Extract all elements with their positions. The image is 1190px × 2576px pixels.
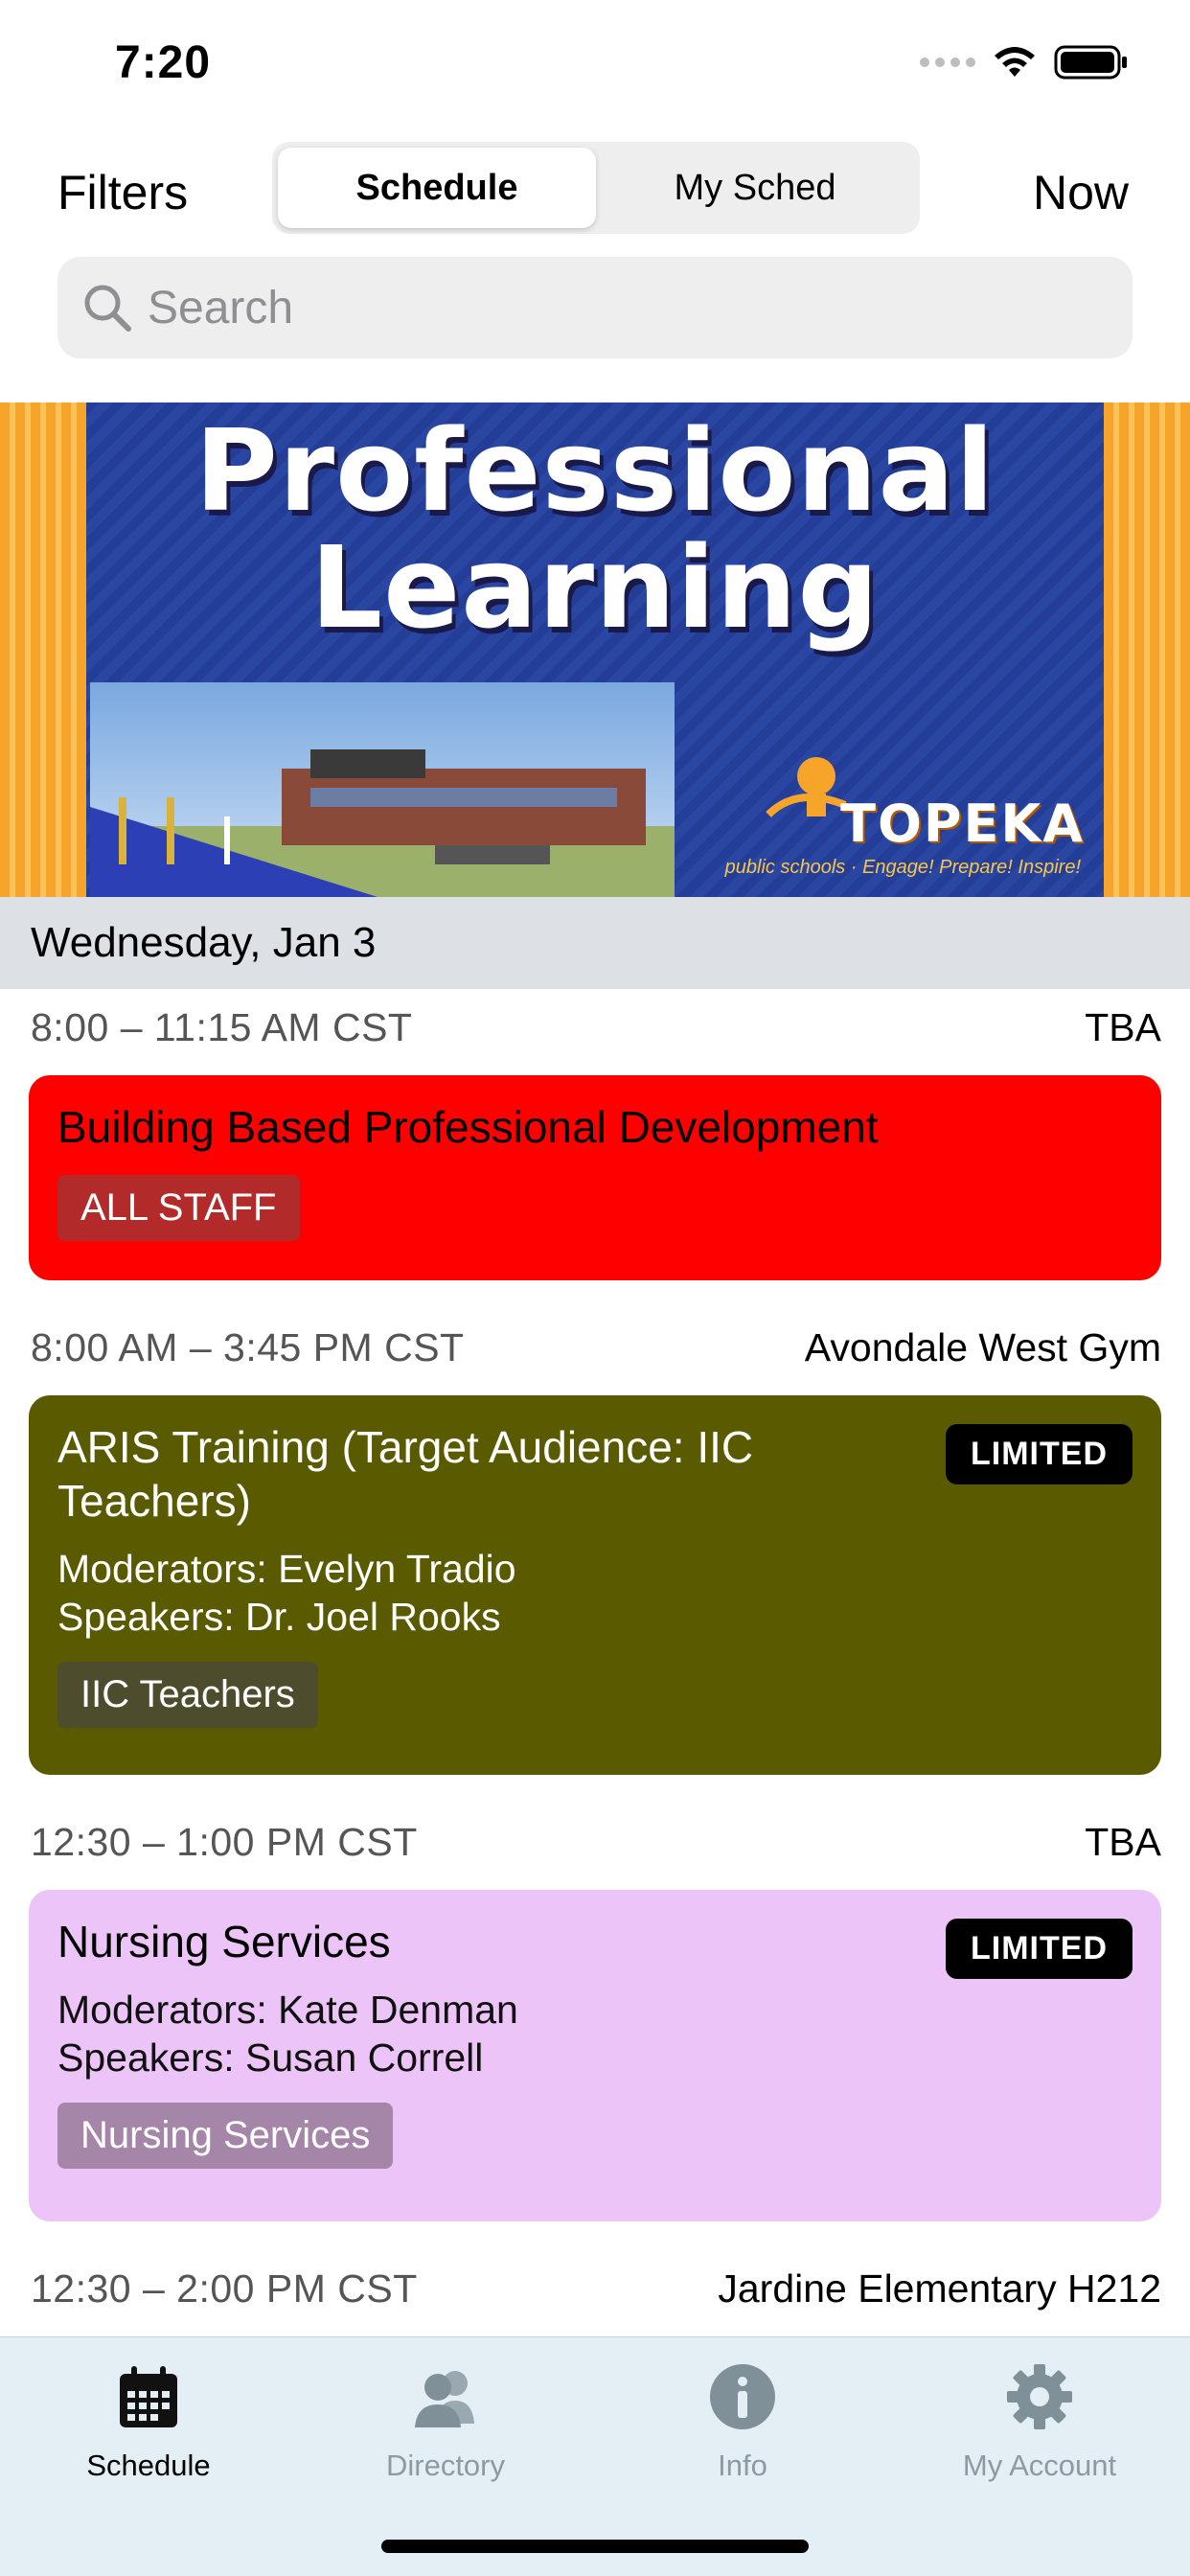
status-time: 7:20 <box>115 37 212 88</box>
session-moderators: Moderators: Kate Denman <box>57 1988 518 2032</box>
session-meta: 8:00 – 11:15 AM CST TBA <box>31 999 1161 1056</box>
logo-wordmark: TOPEKA <box>840 794 1085 854</box>
session-time: 12:30 – 1:00 PM CST <box>31 1819 418 1864</box>
event-banner: Professional Learning TOPEKA public scho… <box>0 402 1190 897</box>
session-time: 8:00 – 11:15 AM CST <box>31 1004 413 1049</box>
session-room: Avondale West Gym <box>804 1324 1161 1369</box>
search-icon <box>84 285 131 332</box>
status-icons <box>920 44 1129 80</box>
calendar-icon <box>120 2366 177 2427</box>
session-time: 8:00 AM – 3:45 PM CST <box>31 1324 465 1369</box>
segment-my-sched[interactable]: My Sched <box>596 148 914 228</box>
banner-title-line2: Learning <box>310 521 880 654</box>
session-card[interactable]: ARIS Training (Target Audience: IIC Teac… <box>29 1395 1161 1775</box>
session-title: Building Based Professional Development <box>57 1102 879 1152</box>
session-meta: 12:30 – 1:00 PM CST TBA <box>31 1813 1161 1871</box>
tab-label: Info <box>718 2449 767 2482</box>
now-button[interactable]: Now <box>1033 165 1129 220</box>
limited-badge: LIMITED <box>946 1424 1133 1484</box>
segment-schedule[interactable]: Schedule <box>278 148 596 228</box>
logo-tagline: public schools · Engage! Prepare! Inspir… <box>724 857 1081 878</box>
tab-directory[interactable]: Directory <box>297 2358 594 2483</box>
tab-my-account[interactable]: My Account <box>891 2358 1188 2483</box>
session-card[interactable]: Nursing Services Moderators: Kate Denman… <box>29 1890 1161 2221</box>
session-speakers: Speakers: Dr. Joel Rooks <box>57 1595 501 1639</box>
gear-icon <box>1007 2364 1072 2429</box>
search-input[interactable] <box>148 281 1010 334</box>
session-tag: IIC Teachers <box>57 1662 318 1728</box>
tab-label: My Account <box>962 2449 1117 2482</box>
session-people: Moderators: Kate Denman Speakers: Susan … <box>57 1986 1133 2082</box>
wifi-icon <box>995 47 1035 77</box>
filters-button[interactable]: Filters <box>57 165 188 220</box>
session-room: Jardine Elementary H212 <box>718 2266 1161 2311</box>
cellular-signal-icon <box>920 58 975 67</box>
session-meta: 8:00 AM – 3:45 PM CST Avondale West Gym <box>31 1319 1161 1376</box>
schedule-segmented-control: Schedule My Sched <box>272 142 920 234</box>
people-icon <box>415 2371 474 2427</box>
banner-title-line1: Professional <box>195 404 995 537</box>
banner-title: Professional Learning <box>86 412 1104 646</box>
session-tag: Nursing Services <box>57 2103 394 2169</box>
building-photo <box>90 682 675 897</box>
battery-icon <box>1054 45 1127 80</box>
session-moderators: Moderators: Evelyn Tradio <box>57 1547 516 1591</box>
session-time: 12:30 – 2:00 PM CST <box>31 2266 418 2311</box>
banner-panel: Professional Learning TOPEKA public scho… <box>86 402 1104 897</box>
date-header: Wednesday, Jan 3 <box>0 897 1190 989</box>
session-room: TBA <box>1085 1004 1161 1049</box>
session-title: ARIS Training (Target Audience: IIC Teac… <box>57 1422 754 1526</box>
nav-row: Filters Schedule My Sched Now <box>0 142 1190 238</box>
session-room: TBA <box>1085 1819 1161 1864</box>
tab-label: Directory <box>385 2449 505 2482</box>
session-people: Moderators: Evelyn Tradio Speakers: Dr. … <box>57 1545 1133 1641</box>
tab-info[interactable]: Info <box>594 2358 891 2483</box>
session-meta: 12:30 – 2:00 PM CST Jardine Elementary H… <box>31 2260 1161 2317</box>
search-bar[interactable] <box>57 257 1133 358</box>
info-icon <box>710 2364 775 2429</box>
tab-schedule[interactable]: Schedule <box>0 2358 297 2483</box>
session-speakers: Speakers: Susan Correll <box>57 2036 484 2080</box>
session-tag: ALL STAFF <box>57 1175 300 1241</box>
session-title: Nursing Services <box>57 1917 391 1966</box>
tab-label: Schedule <box>86 2449 211 2482</box>
limited-badge: LIMITED <box>946 1919 1133 1979</box>
home-indicator[interactable] <box>381 2540 809 2553</box>
session-card[interactable]: Building Based Professional Development … <box>29 1075 1161 1280</box>
status-bar: 7:20 <box>0 0 1190 125</box>
